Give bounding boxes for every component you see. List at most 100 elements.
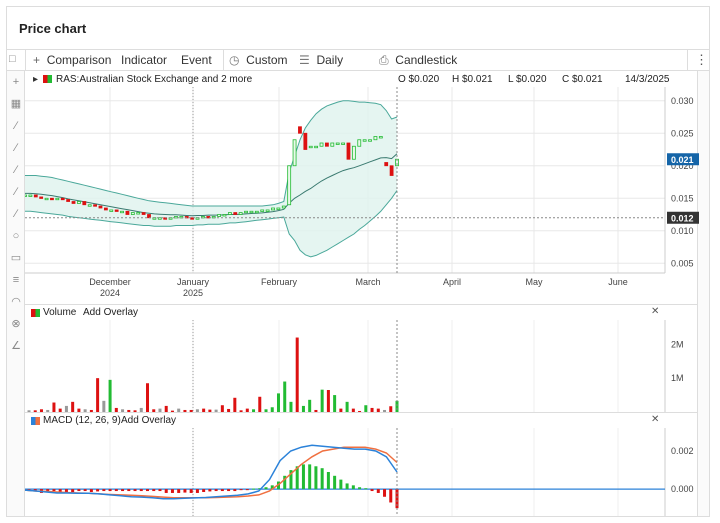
volume-bar (146, 383, 150, 412)
volume-title: Volume (43, 307, 77, 318)
chart-type-button[interactable]: ⎙ Candlestick (379, 53, 457, 68)
y-tick-label: 0.025 (671, 128, 694, 138)
polyline-icon[interactable]: ∕ (9, 185, 23, 199)
volume-bar (71, 401, 75, 412)
segment-icon[interactable]: ∕ (9, 163, 23, 177)
macd-chart[interactable]: 0.002 0.000 (25, 428, 699, 516)
histogram-bar (121, 489, 125, 492)
candlestick (244, 210, 248, 214)
event-button[interactable]: Event (181, 53, 212, 67)
trend-line-icon[interactable]: ∕ (9, 119, 23, 133)
x-tick-label: January (177, 277, 210, 287)
plus-icon: + (33, 53, 41, 67)
histogram-bar (164, 489, 168, 493)
x-tick-label: February (261, 277, 298, 287)
low-value: L $0.020 (508, 74, 547, 85)
histogram-bar (227, 489, 231, 492)
clock-icon: ◷ (229, 53, 240, 67)
y-tick-label: 0.005 (671, 258, 694, 268)
arrow-line-icon[interactable]: ∕ (9, 207, 23, 221)
candlestick (217, 214, 221, 217)
histogram-bar (245, 489, 249, 491)
symbol-label[interactable]: RAS:Australian Stock Exchange and 2 more (56, 74, 252, 85)
close-icon[interactable]: ✕ (651, 414, 659, 425)
histogram-bar (170, 489, 174, 493)
volume-bar (308, 399, 312, 412)
volume-bar (345, 401, 349, 412)
measure-icon[interactable]: ∠ (9, 339, 23, 353)
histogram-bar (308, 464, 312, 490)
candlestick (308, 145, 313, 149)
candlestick (276, 207, 281, 210)
candlestick (271, 207, 275, 211)
histogram-bar (152, 489, 156, 492)
bollinger-band-fill (25, 100, 397, 257)
volume-bar (320, 389, 324, 412)
drawing-tools-sidebar: + ▦ ∕ ∕ ∕ ∕ ∕ ○ ▭ ≡ ◠ ⊗ ∠ (7, 71, 25, 516)
volume-bar (295, 337, 299, 412)
candlestick (125, 210, 130, 215)
histogram-bar (345, 483, 349, 490)
histogram-bar (139, 489, 143, 492)
candlestick (93, 204, 97, 207)
y-tick-label: 0.002 (671, 446, 694, 456)
price-chart[interactable]: 0.0300.0250.0200.0150.0100.005December20… (25, 87, 699, 301)
candlestick (39, 196, 44, 199)
close-icon[interactable]: ✕ (651, 306, 659, 317)
horizontal-lines-icon[interactable]: ≡ (9, 273, 23, 287)
interval-button[interactable]: ☰ Daily (299, 53, 343, 67)
volume-add-overlay-button[interactable]: Add Overlay (83, 307, 138, 318)
macd-add-overlay-button[interactable]: Add Overlay (121, 415, 176, 426)
rectangle-icon[interactable]: ▭ (9, 251, 23, 265)
candlestick (66, 199, 71, 202)
histogram-bar (333, 475, 337, 490)
custom-range-button[interactable]: ◷ Custom (229, 53, 288, 67)
folder-icon[interactable]: □ (9, 53, 16, 65)
indicator-button[interactable]: Indicator (121, 53, 167, 67)
candlestick (238, 212, 243, 215)
volume-bar (283, 381, 287, 412)
circle-icon[interactable]: ○ (9, 229, 23, 243)
arc-icon[interactable]: ◠ (9, 295, 23, 309)
ray-icon[interactable]: ∕ (9, 141, 23, 155)
volume-chart[interactable]: 2M 1M (25, 320, 699, 412)
candlestick (373, 136, 378, 141)
volume-bar (96, 378, 100, 412)
macd-color-swatch (31, 417, 40, 425)
candlestick (71, 201, 76, 204)
candlestick (314, 145, 319, 149)
y-tick-label: 2M (671, 339, 684, 349)
histogram-bar (351, 485, 355, 490)
volume-color-swatch (31, 309, 40, 317)
collapse-caret-icon[interactable]: ▸ (33, 74, 38, 85)
y-tick-label: 1M (671, 373, 684, 383)
candlestick (319, 142, 324, 147)
candlestick-icon: ⎙ (379, 53, 389, 67)
y-tick-label: 0.000 (671, 484, 694, 494)
kebab-icon[interactable]: ⋮ (695, 52, 708, 68)
candlestick (109, 209, 114, 212)
delete-drawings-icon[interactable]: ⊗ (9, 317, 23, 331)
histogram-bar (195, 489, 199, 493)
date-value: 14/3/2025 (625, 74, 670, 85)
volume-bar (395, 400, 399, 412)
widget-title: Price chart (19, 21, 87, 36)
candlestick (378, 136, 383, 139)
candlestick (87, 204, 92, 207)
y-tick-label: 0.030 (671, 96, 694, 106)
comparison-button[interactable]: + Comparison (33, 53, 111, 67)
zoom-box-icon[interactable]: ▦ (9, 97, 23, 111)
crosshair-icon[interactable]: + (9, 75, 23, 89)
histogram-bar (89, 489, 93, 492)
candlestick (44, 197, 49, 201)
histogram-bar (326, 472, 330, 490)
candlestick (389, 165, 394, 176)
histogram-bar (146, 489, 150, 492)
histogram-bar (383, 489, 387, 497)
candlestick (227, 212, 232, 215)
x-tick-label: May (525, 277, 543, 287)
candlestick (325, 142, 329, 147)
histogram-bar (301, 464, 305, 490)
histogram-bar (389, 489, 393, 503)
histogram-bar (376, 489, 380, 493)
